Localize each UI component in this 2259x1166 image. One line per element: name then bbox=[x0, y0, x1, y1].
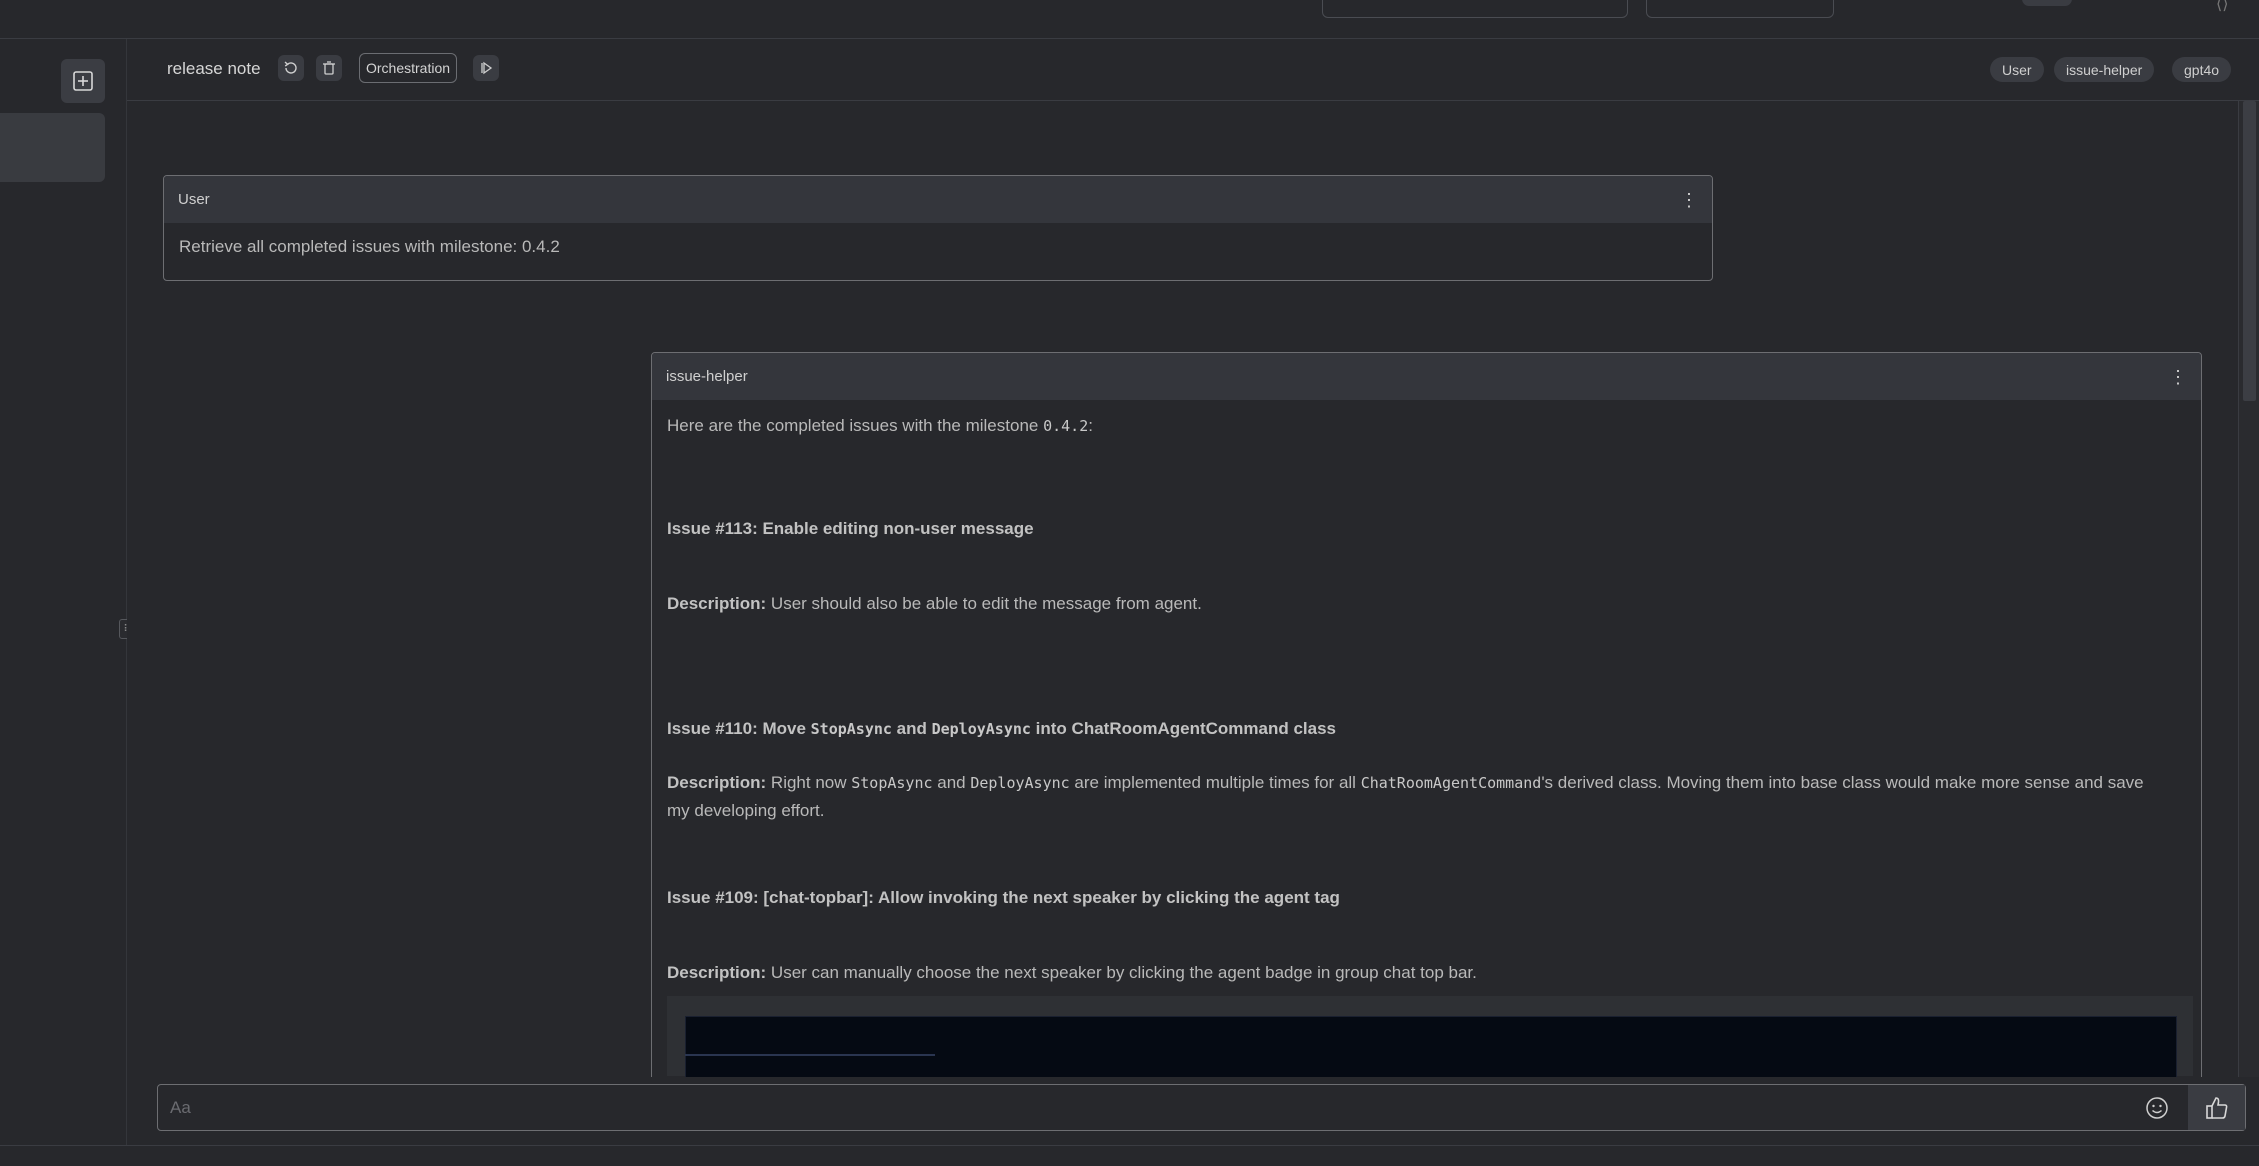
screenshot-preview bbox=[685, 1016, 2177, 1077]
issue-title: Issue #113: Enable editing non-user mess… bbox=[667, 519, 1034, 538]
message-sender: issue-helper bbox=[666, 368, 748, 385]
tag-issue-helper[interactable]: issue-helper bbox=[2054, 57, 2155, 82]
intro-line: Here are the completed issues with the m… bbox=[667, 412, 2186, 440]
refresh-icon bbox=[284, 61, 297, 74]
play-next-icon bbox=[481, 61, 493, 75]
issue-description: Description: User can manually choose th… bbox=[667, 959, 2186, 986]
refresh-button[interactable] bbox=[278, 55, 304, 81]
title-code: DeployAsync bbox=[931, 720, 1031, 738]
description-label: Description: bbox=[667, 773, 767, 792]
description-text: Right now bbox=[766, 773, 852, 792]
like-button[interactable] bbox=[2188, 1085, 2245, 1130]
description-code: ChatRoomAgentCommand bbox=[1360, 774, 1542, 792]
tag-gpt4o[interactable]: gpt4o bbox=[2172, 57, 2232, 82]
issue-description: Description: Right now StopAsync and Dep… bbox=[667, 769, 2167, 824]
main-panel: release note Orchestration User issue-he… bbox=[127, 39, 2259, 1145]
thumbs-up-icon bbox=[2205, 1096, 2227, 1119]
issue-description: Description: User should also be able to… bbox=[667, 590, 2186, 617]
description-code: StopAsync bbox=[851, 774, 933, 792]
more-vertical-icon[interactable]: ⋮ bbox=[1680, 191, 1698, 209]
status-bar bbox=[0, 1145, 2259, 1166]
message-content: Here are the completed issues with the m… bbox=[652, 400, 2201, 1077]
orchestration-button[interactable]: Orchestration bbox=[359, 53, 458, 83]
screenshot-image bbox=[667, 996, 2193, 1077]
top-strip: ⟨⟩ bbox=[0, 0, 2259, 39]
description-text: are implemented multiple times for all bbox=[1069, 773, 1361, 792]
top-dropdown-2[interactable] bbox=[1646, 0, 1834, 18]
trash-icon bbox=[323, 61, 335, 75]
description-label: Description: bbox=[667, 594, 767, 613]
emoji-button[interactable] bbox=[2144, 1095, 2170, 1121]
title-part: into ChatRoomAgentCommand class bbox=[1030, 719, 1337, 738]
message-header: issue-helper ⋮ bbox=[652, 353, 2201, 400]
description-text: User should also be able to edit the mes… bbox=[766, 594, 1202, 613]
run-next-button[interactable] bbox=[473, 55, 499, 81]
emoji-icon bbox=[2146, 1097, 2168, 1119]
chat-title: release note bbox=[167, 59, 261, 78]
chat-area: User ⋮ Retrieve all completed issues wit… bbox=[127, 101, 2238, 1077]
top-corner-icon[interactable]: ⟨⟩ bbox=[2216, 0, 2246, 13]
message-header: User ⋮ bbox=[164, 176, 1712, 223]
intro-text: Here are the completed issues with the m… bbox=[667, 416, 1044, 435]
message-user: User ⋮ Retrieve all completed issues wit… bbox=[163, 175, 1713, 281]
message-issue-helper: issue-helper ⋮ Here are the completed is… bbox=[651, 352, 2202, 1077]
title-part: Issue #110: Move bbox=[667, 719, 811, 738]
title-part: and bbox=[891, 719, 932, 738]
description-text: and bbox=[932, 773, 971, 792]
chat-scrollbar[interactable] bbox=[2238, 101, 2259, 1077]
description-code: DeployAsync bbox=[970, 774, 1070, 792]
add-square-icon bbox=[73, 71, 93, 91]
chat-header: release note Orchestration User issue-he… bbox=[127, 39, 2259, 101]
issue-title: Issue #109: [chat-topbar]: Allow invokin… bbox=[667, 888, 1340, 907]
intro-suffix: : bbox=[1088, 416, 1093, 435]
delete-button[interactable] bbox=[316, 55, 342, 81]
message-input[interactable] bbox=[168, 1093, 2072, 1123]
issue-title: Issue #110: Move StopAsync and DeployAsy… bbox=[667, 715, 2186, 743]
message-text: Retrieve all completed issues with miles… bbox=[179, 237, 560, 256]
message-sender: User bbox=[178, 191, 210, 208]
message-composer bbox=[157, 1084, 2246, 1131]
top-dropdown-1[interactable] bbox=[1322, 0, 1628, 18]
title-code: StopAsync bbox=[810, 720, 892, 738]
more-vertical-icon[interactable]: ⋮ bbox=[2169, 368, 2187, 386]
sidebar: ⠿ bbox=[0, 39, 135, 1145]
intro-code: 0.4.2 bbox=[1043, 417, 1089, 435]
top-toggle[interactable] bbox=[2022, 0, 2072, 6]
screenshot-tab-edge bbox=[685, 1054, 935, 1056]
description-text: User can manually choose the next speake… bbox=[766, 963, 1477, 982]
sidebar-item-selected[interactable] bbox=[0, 113, 105, 182]
add-chat-button[interactable] bbox=[61, 59, 105, 103]
description-label: Description: bbox=[667, 963, 767, 982]
tag-user[interactable]: User bbox=[1990, 57, 2044, 82]
scrollbar-thumb[interactable] bbox=[2243, 101, 2256, 401]
